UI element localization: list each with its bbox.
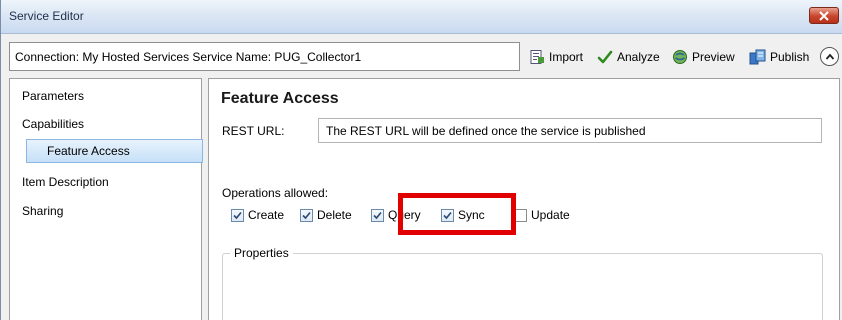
update-checkbox[interactable]: Update: [514, 207, 570, 223]
sidebar-item-capabilities[interactable]: Capabilities: [10, 112, 201, 136]
window-title: Service Editor: [9, 9, 84, 23]
preview-icon: [672, 49, 688, 65]
preview-button[interactable]: Preview: [672, 46, 735, 68]
sidebar-item-label: Sharing: [22, 204, 64, 218]
analyze-button[interactable]: Analyze: [597, 46, 660, 68]
check-icon: [233, 211, 242, 219]
publish-button[interactable]: Publish: [749, 46, 809, 68]
import-label: Import: [549, 50, 584, 64]
check-icon: [302, 211, 311, 219]
update-label: Update: [531, 208, 570, 222]
delete-label: Delete: [317, 208, 352, 222]
checkmark-icon: [597, 49, 613, 65]
publish-label: Publish: [770, 50, 810, 64]
sidebar-item-label: Capabilities: [22, 117, 85, 131]
checkbox-box[interactable]: [371, 208, 384, 222]
properties-group: [222, 253, 823, 320]
rest-url-value: The REST URL will be defined once the se…: [326, 123, 646, 138]
rest-url-field[interactable]: The REST URL will be defined once the se…: [318, 118, 822, 143]
sidebar-item-label: Parameters: [22, 89, 85, 103]
publish-icon: [749, 49, 766, 65]
close-button[interactable]: [809, 7, 839, 24]
connection-info-text: Connection: My Hosted Services Service N…: [15, 49, 362, 64]
page-title: Feature Access: [221, 90, 339, 107]
preview-label: Preview: [692, 50, 735, 64]
sync-highlight-annotation: [398, 193, 516, 235]
create-label: Create: [248, 208, 285, 222]
rest-url-label: REST URL:: [222, 124, 285, 138]
close-icon: [819, 10, 829, 21]
operations-allowed-label: Operations allowed:: [222, 186, 329, 200]
properties-legend: Properties: [230, 246, 293, 260]
service-editor-window: Service Editor Connection: My Hosted Ser…: [0, 0, 842, 320]
checkbox-box[interactable]: [300, 208, 313, 222]
title-bar[interactable]: Service Editor: [1, 0, 842, 34]
sidebar-item-label: Feature Access: [47, 144, 130, 158]
connection-info-field: Connection: My Hosted Services Service N…: [9, 42, 520, 71]
create-checkbox[interactable]: Create: [231, 207, 284, 223]
sidebar-item-parameters[interactable]: Parameters: [10, 84, 201, 108]
check-icon: [373, 211, 382, 219]
sidebar-navigation: Parameters Capabilities Feature Access I…: [9, 78, 203, 320]
import-button[interactable]: Import: [529, 46, 583, 68]
sidebar-item-label: Item Description: [22, 175, 109, 189]
delete-checkbox[interactable]: Delete: [300, 207, 352, 223]
sidebar-item-feature-access[interactable]: Feature Access: [26, 139, 203, 163]
import-icon: [529, 49, 545, 65]
sidebar-item-sharing[interactable]: Sharing: [10, 199, 201, 223]
sidebar-item-item-description[interactable]: Item Description: [10, 170, 201, 194]
collapse-button[interactable]: [820, 47, 839, 66]
checkbox-box[interactable]: [231, 208, 244, 222]
analyze-label: Analyze: [617, 50, 660, 64]
chevron-up-icon: [825, 50, 835, 64]
